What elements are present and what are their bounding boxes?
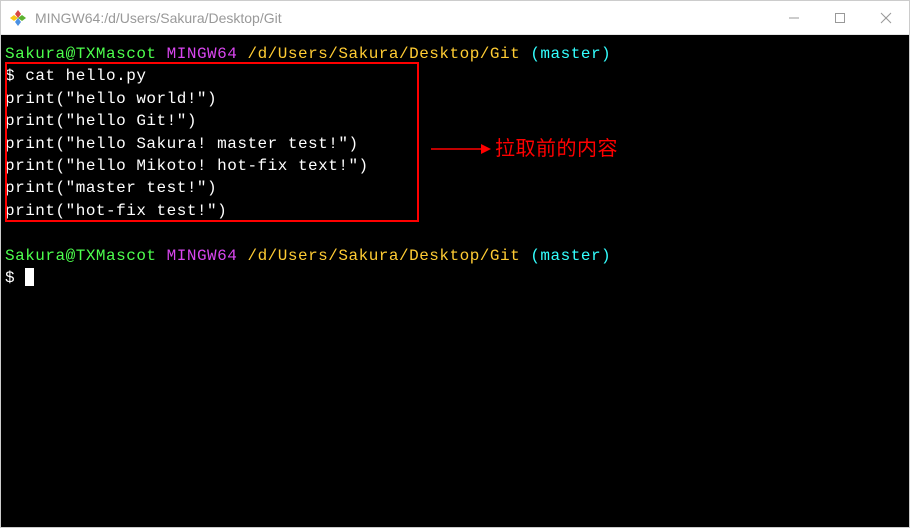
prompt-line: Sakura@TXMascot MINGW64 /d/Users/Sakura/…	[1, 43, 909, 65]
output-line: print("hello Git!")	[1, 110, 909, 132]
blank-line	[1, 222, 909, 244]
cwd-path: /d/Users/Sakura/Desktop/Git	[247, 247, 520, 265]
user-host: Sakura@TXMascot	[5, 247, 157, 265]
command-line: $ cat hello.py	[1, 65, 909, 87]
annotation: 拉取前的内容	[431, 135, 618, 163]
window-controls	[771, 1, 909, 34]
cwd-path: /d/Users/Sakura/Desktop/Git	[247, 45, 520, 63]
output-line: print("hello world!")	[1, 88, 909, 110]
arrow-icon	[431, 139, 491, 159]
prompt-symbol: $	[5, 269, 15, 287]
terminal[interactable]: Sakura@TXMascot MINGW64 /d/Users/Sakura/…	[1, 35, 909, 527]
output-line: print("hot-fix test!")	[1, 200, 909, 222]
window-title: MINGW64:/d/Users/Sakura/Desktop/Git	[35, 10, 771, 26]
prompt-symbol: $	[5, 67, 15, 85]
env-label: MINGW64	[167, 247, 238, 265]
maximize-button[interactable]	[817, 1, 863, 34]
branch-label: (master)	[530, 247, 611, 265]
minimize-button[interactable]	[771, 1, 817, 34]
command-line: $	[1, 267, 909, 289]
env-label: MINGW64	[167, 45, 238, 63]
window: MINGW64:/d/Users/Sakura/Desktop/Git Saku…	[0, 0, 910, 528]
branch-label: (master)	[530, 45, 611, 63]
cursor	[25, 268, 34, 286]
annotation-label: 拉取前的内容	[495, 135, 618, 163]
output-line: print("master test!")	[1, 177, 909, 199]
app-icon	[9, 9, 27, 27]
command-text: cat hello.py	[25, 67, 146, 85]
prompt-line: Sakura@TXMascot MINGW64 /d/Users/Sakura/…	[1, 245, 909, 267]
close-button[interactable]	[863, 1, 909, 34]
user-host: Sakura@TXMascot	[5, 45, 157, 63]
titlebar[interactable]: MINGW64:/d/Users/Sakura/Desktop/Git	[1, 1, 909, 35]
